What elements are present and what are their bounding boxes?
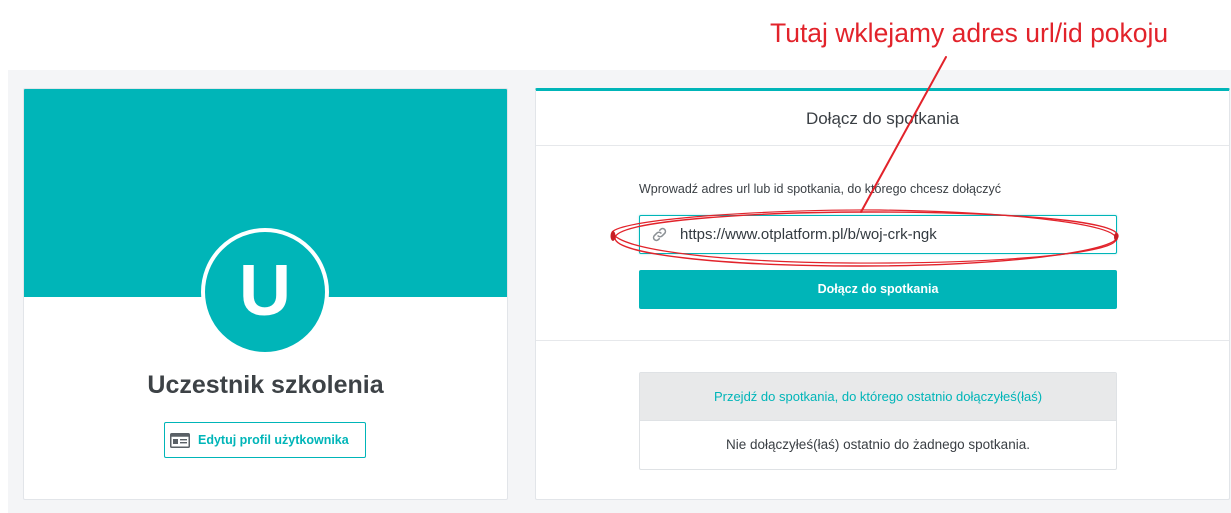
edit-profile-button[interactable]: Edytuj profil użytkownika [164, 422, 366, 458]
recent-meeting-panel: Przejdź do spotkania, do którego ostatni… [639, 372, 1117, 470]
join-instruction: Wprowadź adres url lub id spotkania, do … [639, 182, 1001, 196]
join-card-title: Dołącz do spotkania [536, 91, 1229, 146]
meeting-url-input[interactable] [639, 215, 1117, 254]
recent-meeting-empty-text: Nie dołączyłeś(łaś) ostatnio do żadnego … [726, 437, 1030, 452]
recent-meeting-link[interactable]: Przejdź do spotkania, do którego ostatni… [640, 373, 1116, 421]
annotation-label: Tutaj wklejamy adres url/id pokoju [770, 18, 1169, 48]
profile-name: Uczestnik szkolenia [147, 371, 384, 399]
id-card-icon [170, 433, 190, 448]
avatar-letter: U [239, 251, 291, 331]
page: Tutaj wklejamy adres url/id pokoju U Ucz… [0, 0, 1231, 513]
join-meeting-card: Dołącz do spotkania Wprowadź adres url l… [535, 88, 1230, 500]
avatar: U [201, 228, 329, 356]
edit-profile-label: Edytuj profil użytkownika [198, 433, 349, 447]
join-meeting-button[interactable]: Dołącz do spotkania [639, 270, 1117, 309]
section-divider [536, 340, 1229, 341]
meeting-url-field [639, 215, 1117, 254]
link-icon [652, 227, 667, 242]
profile-card: U Uczestnik szkolenia Edytuj profil użyt… [23, 88, 508, 500]
